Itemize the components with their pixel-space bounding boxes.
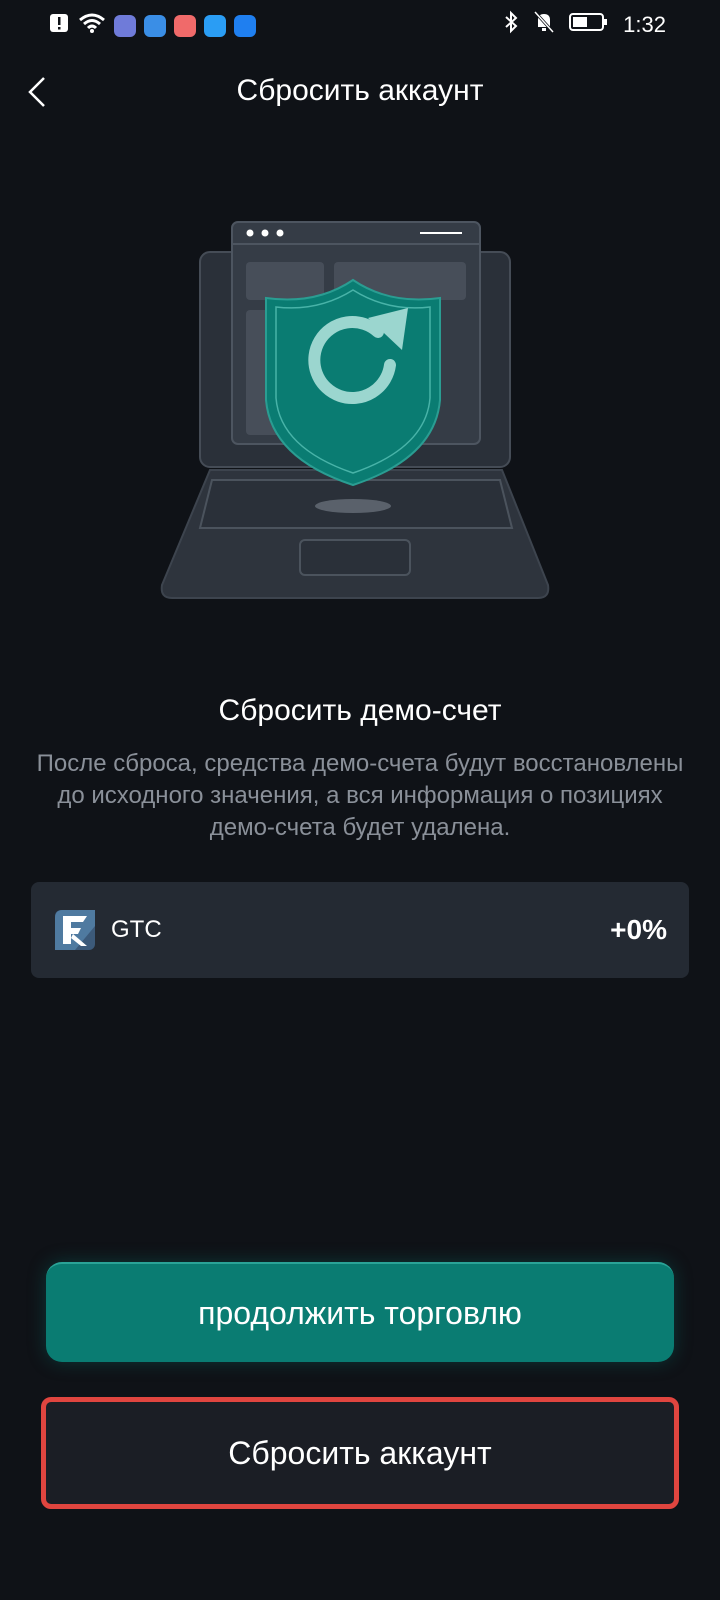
page-title: Сбросить аккаунт [236, 74, 484, 107]
mute-icon [533, 10, 555, 39]
bluetooth-icon [503, 10, 519, 39]
reset-illustration [150, 210, 570, 620]
section-title: Сбросить демо-счет [218, 694, 502, 727]
asset-card: GTC +0% [31, 882, 689, 978]
header: Сбросить аккаунт [0, 60, 720, 124]
browser-app-icon [144, 14, 166, 37]
shop-app-icon [174, 14, 196, 37]
status-bar-right: 1:32 [503, 10, 666, 39]
status-time: 1:32 [623, 11, 666, 37]
music-app-icon [114, 14, 136, 37]
asset-name: GTC [111, 916, 162, 943]
alert-icon [48, 12, 70, 39]
wifi-icon [78, 12, 106, 39]
asset-change: +0% [610, 914, 667, 945]
continue-trading-button[interactable]: продолжить торговлю [46, 1262, 674, 1362]
search-app-icon [204, 14, 226, 37]
status-bar: 1:32 [0, 0, 720, 50]
description-text: После сброса, средства демо-счета будут … [36, 750, 684, 841]
cloud-app-icon [234, 14, 256, 37]
reset-account-button[interactable]: Сбросить аккаунт [41, 1397, 679, 1509]
gtc-logo-icon [53, 908, 97, 952]
battery-icon [569, 11, 609, 38]
status-bar-left [48, 12, 256, 39]
